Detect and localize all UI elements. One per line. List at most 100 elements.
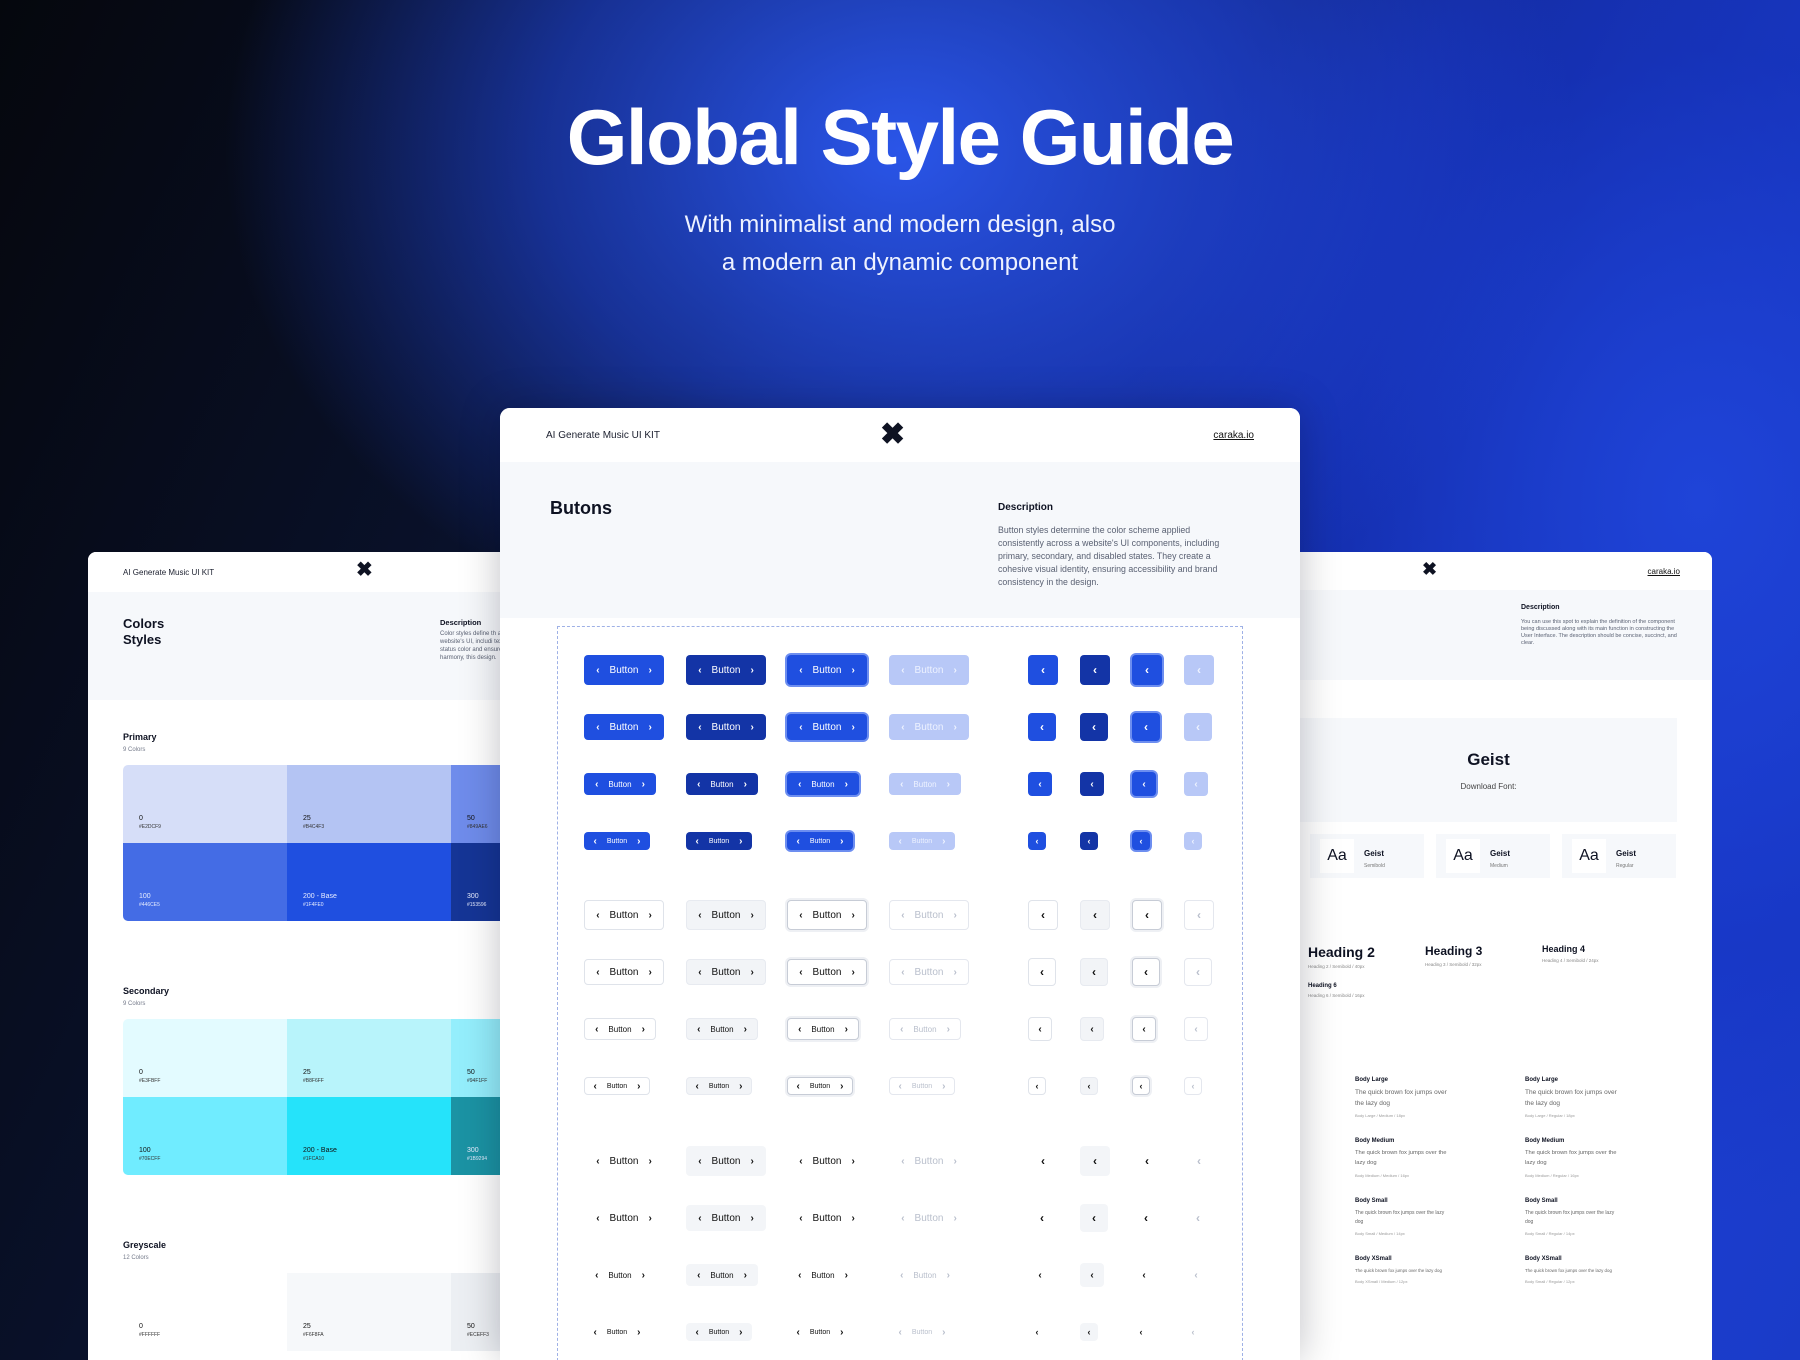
button-2-3-1[interactable]: ‹ Button › (584, 1018, 656, 1040)
button-1-4-2[interactable]: ‹ Button › (686, 832, 752, 850)
icon-button-3-2-4[interactable]: ‹ (1184, 1204, 1212, 1232)
icon-button-1-2-3[interactable]: ‹ (1132, 713, 1160, 741)
icon-button-1-4-4[interactable]: ‹ (1184, 832, 1202, 850)
font-download-link[interactable]: Download Font: (1300, 782, 1677, 791)
icon-button-1-3-2[interactable]: ‹ (1080, 772, 1104, 796)
icon-button-1-1-4[interactable]: ‹ (1184, 655, 1214, 685)
button-1-3-3[interactable]: ‹ Button › (787, 773, 859, 795)
button-3-2-2[interactable]: ‹ Button › (686, 1205, 766, 1231)
button-2-4-2[interactable]: ‹ Button › (686, 1077, 752, 1095)
button-3-3-4[interactable]: ‹ Button › (889, 1264, 961, 1286)
icon-button-1-3-1[interactable]: ‹ (1028, 772, 1052, 796)
button-3-3-3[interactable]: ‹ Button › (787, 1264, 859, 1286)
icon-button-3-2-1[interactable]: ‹ (1028, 1204, 1056, 1232)
color-swatch[interactable]: 25 #F6F8FA (287, 1273, 451, 1351)
button-2-1-3[interactable]: ‹ Button › (787, 900, 867, 930)
icon-button-2-3-2[interactable]: ‹ (1080, 1017, 1104, 1041)
button-2-4-4[interactable]: ‹ Button › (889, 1077, 955, 1095)
icon-button-2-3-3[interactable]: ‹ (1132, 1017, 1156, 1041)
button-2-2-3[interactable]: ‹ Button › (787, 959, 867, 985)
icon-button-3-1-1[interactable]: ‹ (1028, 1146, 1058, 1176)
icon-button-2-2-3[interactable]: ‹ (1132, 958, 1160, 986)
icon-button-2-1-4[interactable]: ‹ (1184, 900, 1214, 930)
color-swatch[interactable]: 200 - Base #1FCA10 (287, 1097, 451, 1175)
color-swatch[interactable]: 300 #1B9294 (451, 1097, 500, 1175)
button-2-3-4[interactable]: ‹ Button › (889, 1018, 961, 1040)
button-3-3-1[interactable]: ‹ Button › (584, 1264, 656, 1286)
button-3-4-1[interactable]: ‹ Button › (584, 1323, 650, 1341)
color-swatch[interactable]: 300 #153596 (451, 843, 500, 921)
button-2-4-1[interactable]: ‹ Button › (584, 1077, 650, 1095)
button-3-4-4[interactable]: ‹ Button › (889, 1323, 955, 1341)
color-swatch[interactable]: 0 #FFFFFF (123, 1273, 287, 1351)
icon-button-2-4-1[interactable]: ‹ (1028, 1077, 1046, 1095)
button-2-1-2[interactable]: ‹ Button › (686, 900, 766, 930)
icon-button-2-4-3[interactable]: ‹ (1132, 1077, 1150, 1095)
button-3-2-4[interactable]: ‹ Button › (889, 1205, 969, 1231)
button-2-4-3[interactable]: ‹ Button › (787, 1077, 853, 1095)
button-2-2-4[interactable]: ‹ Button › (889, 959, 969, 985)
icon-button-1-2-2[interactable]: ‹ (1080, 713, 1108, 741)
icon-button-1-3-3[interactable]: ‹ (1132, 772, 1156, 796)
icon-button-3-1-4[interactable]: ‹ (1184, 1146, 1214, 1176)
icon-button-2-1-1[interactable]: ‹ (1028, 900, 1058, 930)
icon-button-1-4-3[interactable]: ‹ (1132, 832, 1150, 850)
button-1-4-1[interactable]: ‹ Button › (584, 832, 650, 850)
button-1-4-3[interactable]: ‹ Button › (787, 832, 853, 850)
icon-button-2-4-4[interactable]: ‹ (1184, 1077, 1202, 1095)
icon-button-1-4-1[interactable]: ‹ (1028, 832, 1046, 850)
button-3-1-2[interactable]: ‹ Button › (686, 1146, 766, 1176)
button-2-1-4[interactable]: ‹ Button › (889, 900, 969, 930)
color-swatch[interactable]: 50 #94F1FF (451, 1019, 500, 1097)
icon-button-3-1-2[interactable]: ‹ (1080, 1146, 1110, 1176)
button-1-1-3[interactable]: ‹ Button › (787, 655, 867, 685)
color-swatch[interactable]: 200 - Base #1F4FE0 (287, 843, 451, 921)
icon-button-3-4-3[interactable]: ‹ (1132, 1323, 1150, 1341)
button-1-1-4[interactable]: ‹ Button › (889, 655, 969, 685)
icon-button-1-4-2[interactable]: ‹ (1080, 832, 1098, 850)
button-1-2-4[interactable]: ‹ Button › (889, 714, 969, 740)
icon-button-2-1-3[interactable]: ‹ (1132, 900, 1162, 930)
button-3-4-3[interactable]: ‹ Button › (787, 1323, 853, 1341)
button-2-3-3[interactable]: ‹ Button › (787, 1018, 859, 1040)
icon-button-3-4-4[interactable]: ‹ (1184, 1323, 1202, 1341)
color-swatch[interactable]: 0 #E2DCF9 (123, 765, 287, 843)
button-1-1-1[interactable]: ‹ Button › (584, 655, 664, 685)
icon-button-2-1-2[interactable]: ‹ (1080, 900, 1110, 930)
brand-logo-icon[interactable]: ✖ (880, 420, 905, 450)
button-2-2-2[interactable]: ‹ Button › (686, 959, 766, 985)
icon-button-1-2-1[interactable]: ‹ (1028, 713, 1056, 741)
button-2-2-1[interactable]: ‹ Button › (584, 959, 664, 985)
color-swatch[interactable]: 50 #849AE6 (451, 765, 500, 843)
button-1-2-1[interactable]: ‹ Button › (584, 714, 664, 740)
icon-button-3-2-3[interactable]: ‹ (1132, 1204, 1160, 1232)
brand-logo-icon[interactable]: ✖ (1422, 560, 1437, 578)
color-swatch[interactable]: 100 #70ECFF (123, 1097, 287, 1175)
button-1-3-1[interactable]: ‹ Button › (584, 773, 656, 795)
button-3-2-3[interactable]: ‹ Button › (787, 1205, 867, 1231)
icon-button-3-4-1[interactable]: ‹ (1028, 1323, 1046, 1341)
icon-button-1-1-2[interactable]: ‹ (1080, 655, 1110, 685)
icon-button-1-1-3[interactable]: ‹ (1132, 655, 1162, 685)
icon-button-3-3-2[interactable]: ‹ (1080, 1263, 1104, 1287)
button-3-4-2[interactable]: ‹ Button › (686, 1323, 752, 1341)
icon-button-2-2-4[interactable]: ‹ (1184, 958, 1212, 986)
icon-button-1-3-4[interactable]: ‹ (1184, 772, 1208, 796)
icon-button-1-1-1[interactable]: ‹ (1028, 655, 1058, 685)
site-link[interactable]: caraka.io (1213, 430, 1254, 441)
button-3-1-4[interactable]: ‹ Button › (889, 1146, 969, 1176)
icon-button-3-3-3[interactable]: ‹ (1132, 1263, 1156, 1287)
button-1-3-2[interactable]: ‹ Button › (686, 773, 758, 795)
icon-button-3-3-4[interactable]: ‹ (1184, 1263, 1208, 1287)
button-3-3-2[interactable]: ‹ Button › (686, 1264, 758, 1286)
color-swatch[interactable]: 50 #ECEFF3 (451, 1273, 500, 1351)
button-1-1-2[interactable]: ‹ Button › (686, 655, 766, 685)
button-2-1-1[interactable]: ‹ Button › (584, 900, 664, 930)
icon-button-3-3-1[interactable]: ‹ (1028, 1263, 1052, 1287)
color-swatch[interactable]: 25 #B8F6FF (287, 1019, 451, 1097)
icon-button-3-4-2[interactable]: ‹ (1080, 1323, 1098, 1341)
button-1-2-3[interactable]: ‹ Button › (787, 714, 867, 740)
icon-button-3-2-2[interactable]: ‹ (1080, 1204, 1108, 1232)
button-1-4-4[interactable]: ‹ Button › (889, 832, 955, 850)
button-3-2-1[interactable]: ‹ Button › (584, 1205, 664, 1231)
